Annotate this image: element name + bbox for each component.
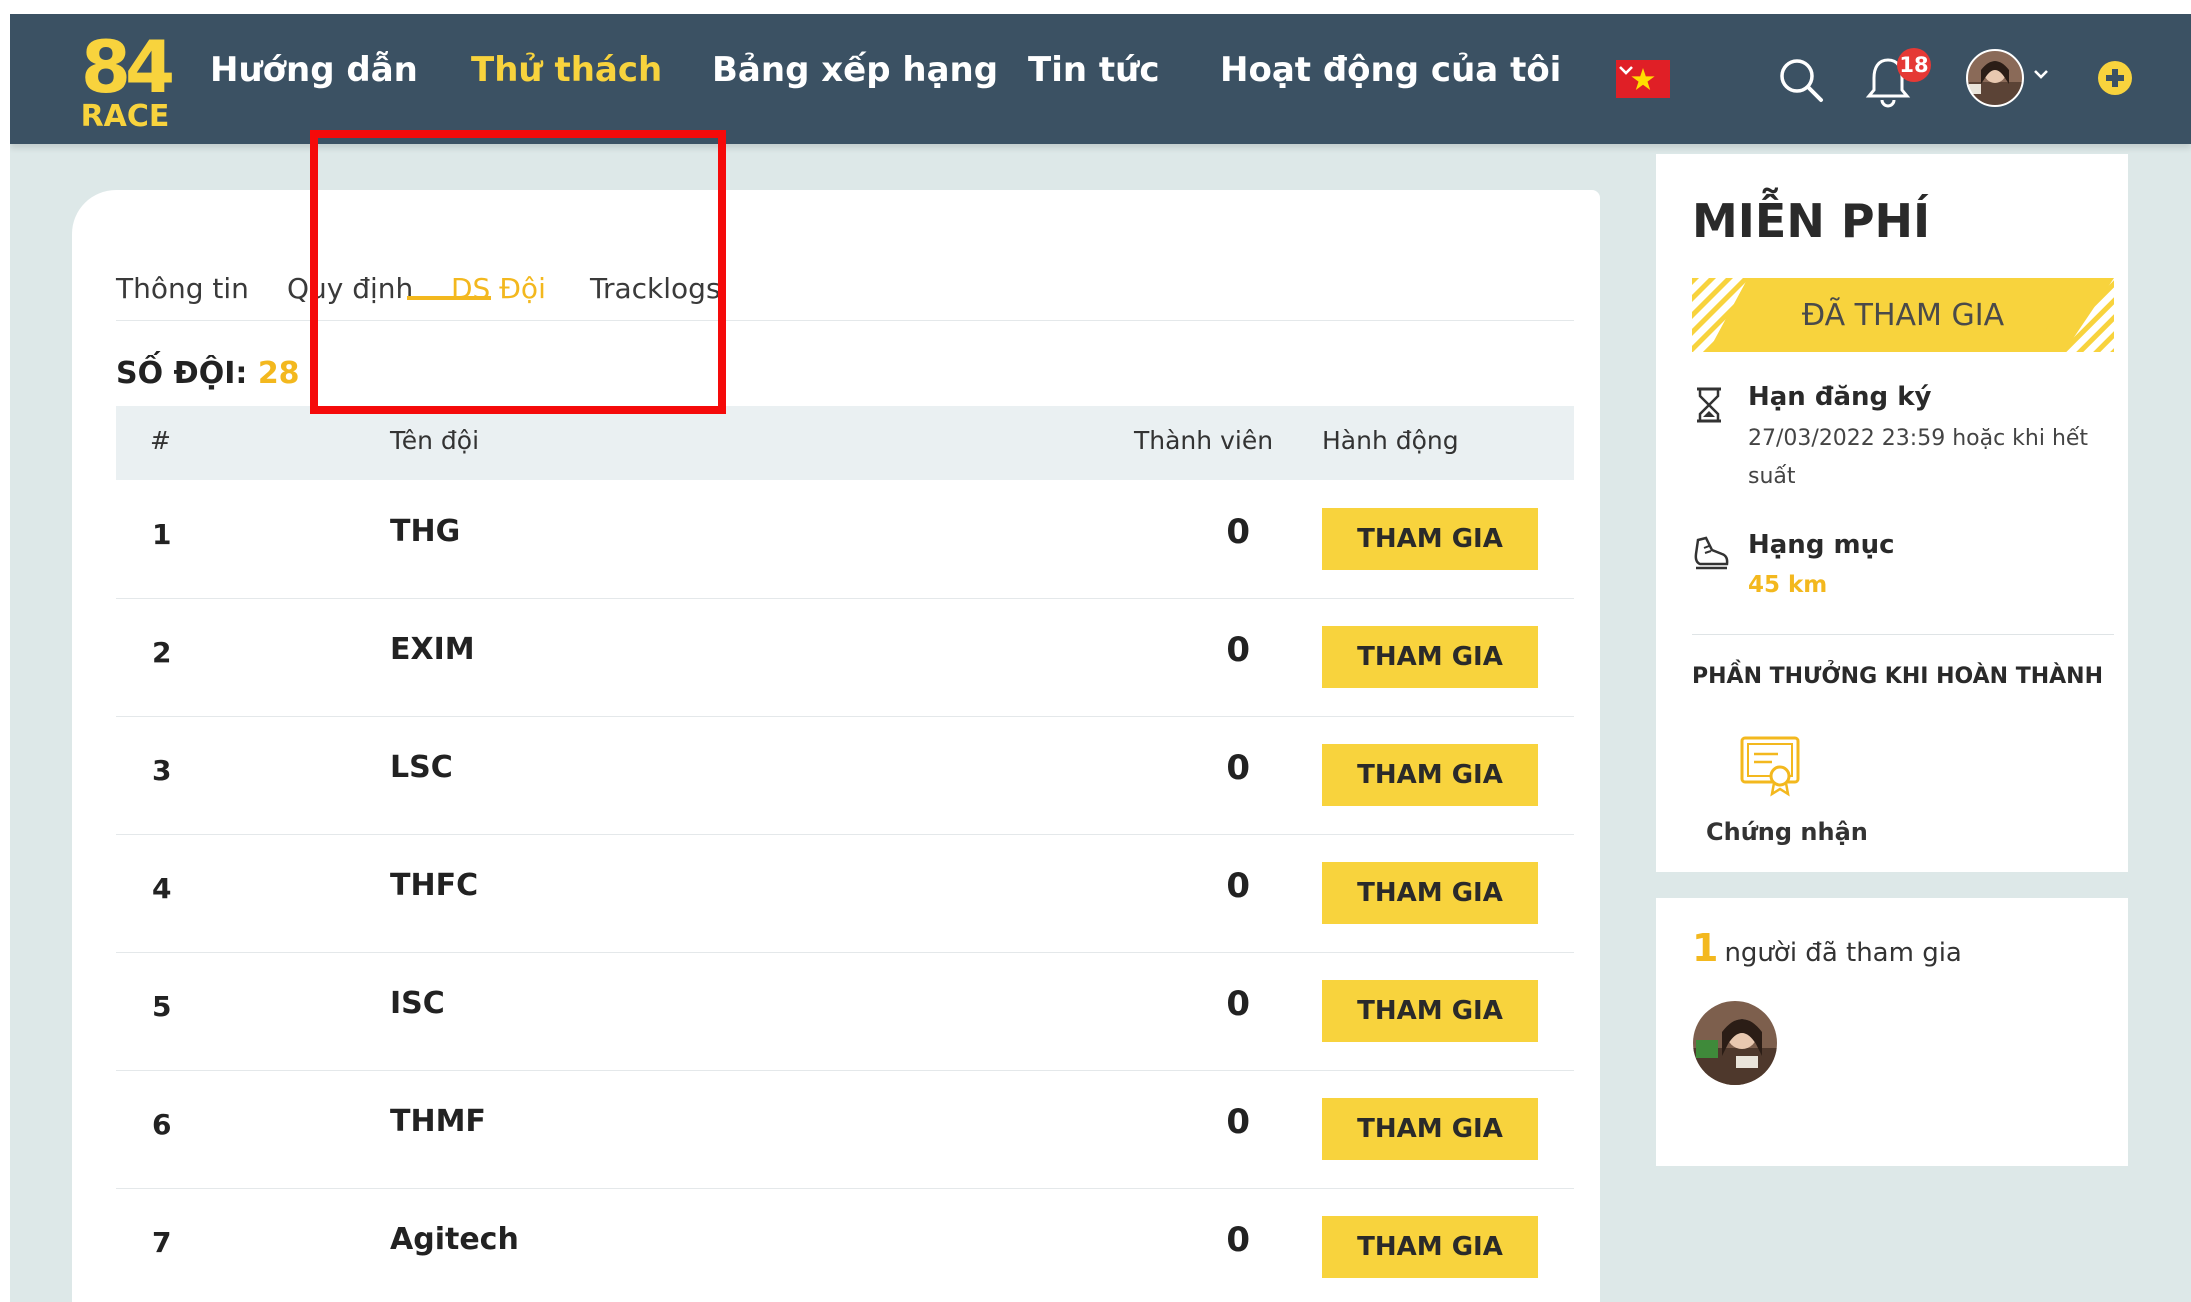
hourglass-icon [1697,387,1721,423]
join-team-button[interactable]: THAM GIA [1322,626,1538,688]
plus-circle-icon[interactable] [2095,58,2135,98]
participants-number: 1 [1692,926,1719,970]
team-name: THFC [390,868,479,903]
tab-thong-tin[interactable]: Thông tin [116,272,249,305]
team-members: 0 [1226,512,1250,552]
reward-title: PHẦN THƯỞNG KHI HOÀN THÀNH [1692,664,2103,689]
header-members: Thành viên [1134,426,1274,455]
table-row: 3 LSC 0 THAM GIA [116,716,1574,835]
table-row: 4 THFC 0 THAM GIA [116,834,1574,953]
join-team-button[interactable]: THAM GIA [1322,508,1538,570]
challenge-summary-card: MIỄN PHÍ ĐÃ THAM GIA Hạn đăng ký 27/03/2… [1656,154,2128,872]
reward-item-label: Chứng nhận [1706,818,1868,846]
header-team-name: Tên đội [390,426,480,455]
team-index: 5 [152,990,172,1023]
participants-card: 1 người đã tham gia [1656,898,2128,1166]
chevron-down-icon [2034,70,2048,79]
page-frame: 84 RACE Hướng dẫn Thử thách Bảng xếp hạn… [10,14,2191,1302]
join-team-button[interactable]: THAM GIA [1322,1216,1538,1278]
team-count-label: SỐ ĐỘI: [116,356,248,391]
notification-badge: 18 [1897,48,1931,82]
joined-status-button[interactable]: ĐÃ THAM GIA [1692,278,2114,352]
active-tab-indicator [407,296,491,300]
certificate-icon [1740,736,1800,797]
team-index: 2 [152,636,172,669]
join-team-button[interactable]: THAM GIA [1322,744,1538,806]
header-action: Hành động [1322,426,1459,455]
nav-thu-thach[interactable]: Thử thách [471,50,662,90]
divider [1692,634,2114,635]
joined-label: ĐÃ THAM GIA [1801,297,2005,333]
table-row: 5 ISC 0 THAM GIA [116,952,1574,1071]
team-name: LSC [390,750,453,785]
team-name: THMF [390,1104,486,1139]
team-index: 1 [152,518,172,551]
tab-tracklogs[interactable]: Tracklogs [590,272,721,305]
join-team-button[interactable]: THAM GIA [1322,1098,1538,1160]
team-index: 7 [152,1226,172,1259]
category-value: 45 km [1748,572,1828,598]
table-row: 7 Agitech 0 THAM GIA [116,1188,1574,1302]
tab-quy-dinh[interactable]: Quy định [287,272,413,305]
nav-tin-tuc[interactable]: Tin tức [1028,50,1160,90]
nav-hoat-dong-cua-toi[interactable]: Hoạt động của tôi [1220,50,1561,90]
search-icon[interactable] [1775,54,1827,106]
challenge-tabs: Thông tin Quy định DS Đội Tracklogs [116,234,1574,321]
table-row: 6 THMF 0 THAM GIA [116,1070,1574,1189]
top-navbar: 84 RACE Hướng dẫn Thử thách Bảng xếp hạn… [10,14,2191,144]
team-count-value: 28 [257,356,300,391]
user-menu[interactable] [1965,48,2055,112]
svg-text:84: 84 [81,30,172,109]
participant-avatar[interactable] [1692,1000,1778,1086]
team-count: SỐ ĐỘI: 28 [116,356,300,391]
team-index: 6 [152,1108,172,1141]
team-members: 0 [1226,748,1250,788]
team-members: 0 [1226,984,1250,1024]
teams-card: Thông tin Quy định DS Đội Tracklogs SỐ Đ… [72,190,1600,1302]
join-team-button[interactable]: THAM GIA [1322,862,1538,924]
team-index: 4 [152,872,172,905]
team-name: THG [390,514,461,549]
language-selector[interactable] [1616,60,1706,104]
team-members: 0 [1226,630,1250,670]
table-row: 1 THG 0 THAM GIA [116,480,1574,599]
team-members: 0 [1226,1102,1250,1142]
deadline-label: Hạn đăng ký [1748,382,1932,412]
chevron-down-icon [1619,66,1633,75]
race-logo[interactable]: 84 RACE [70,30,180,130]
nav-bang-xep-hang[interactable]: Bảng xếp hạng [712,50,998,90]
team-name: EXIM [390,632,475,667]
team-index: 3 [152,754,172,787]
notification-button[interactable]: 18 [1865,44,1945,116]
avatar [1966,49,2024,107]
category-label: Hạng mục [1748,530,1895,560]
participants-count: 1 người đã tham gia [1692,926,1962,970]
join-team-button[interactable]: THAM GIA [1322,980,1538,1042]
nav-huong-dan[interactable]: Hướng dẫn [210,50,418,90]
table-header: # Tên đội Thành viên Hành động [116,406,1574,480]
running-shoe-icon [1694,536,1729,570]
participants-label: người đã tham gia [1724,938,1962,968]
price-label: MIỄN PHÍ [1692,194,1931,248]
table-row: 2 EXIM 0 THAM GIA [116,598,1574,717]
svg-text:RACE: RACE [81,99,170,130]
header-index: # [150,426,171,455]
deadline-value: 27/03/2022 23:59 hoặc khi hết suất [1748,426,2089,489]
team-members: 0 [1226,866,1250,906]
team-members: 0 [1226,1220,1250,1260]
tab-ds-doi[interactable]: DS Đội [451,272,546,305]
team-name: Agitech [390,1222,519,1257]
team-name: ISC [390,986,445,1021]
